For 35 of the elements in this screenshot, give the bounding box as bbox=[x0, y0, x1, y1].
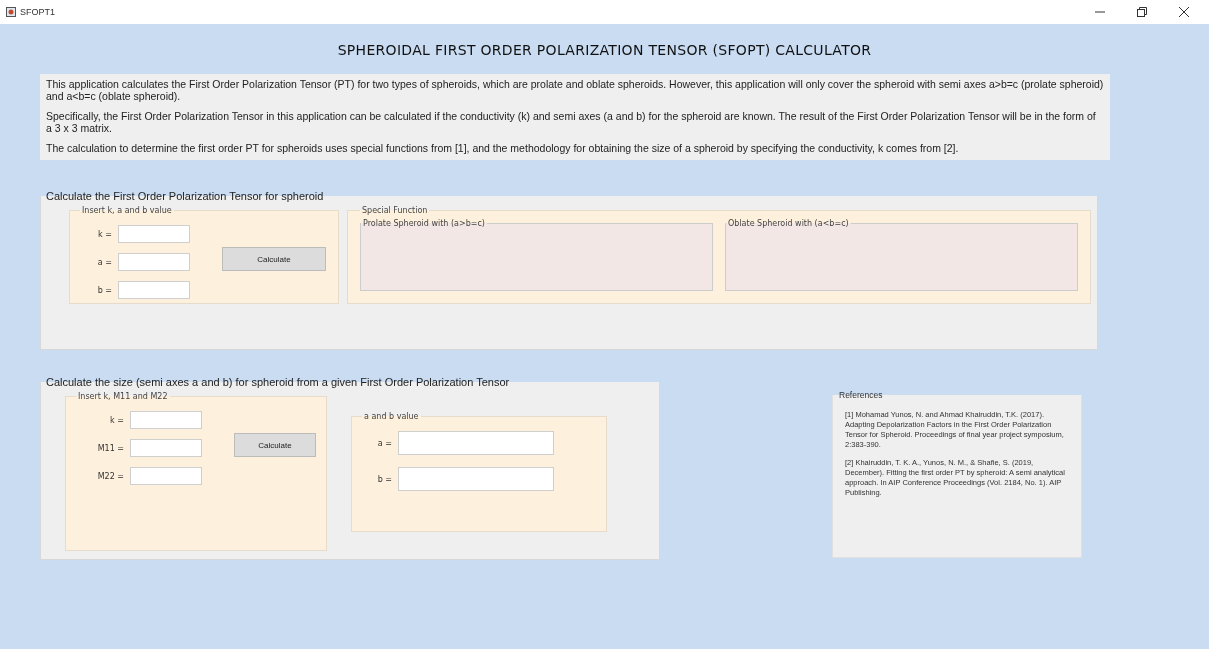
group-title: Insert k, M11 and M22 bbox=[77, 392, 169, 401]
group-title: a and b value bbox=[363, 412, 420, 421]
panel-title: References bbox=[838, 390, 884, 400]
field-label: a = bbox=[96, 257, 112, 267]
box-title: Oblate Spheroid with (a<b=c) bbox=[727, 219, 850, 228]
calculate-button[interactable]: Calculate bbox=[234, 433, 316, 457]
input-field[interactable] bbox=[118, 281, 190, 299]
input-field[interactable] bbox=[130, 467, 202, 485]
window-title: SFOPT1 bbox=[20, 7, 55, 17]
field-label: b = bbox=[96, 285, 112, 295]
field-label: b = bbox=[376, 474, 392, 484]
close-icon[interactable] bbox=[1179, 7, 1189, 17]
input-field[interactable] bbox=[130, 411, 202, 429]
panel-title: Calculate the First Order Polarization Tensor for spheroid bbox=[45, 190, 325, 202]
panel-title: Calculate the size (semi axes a and b) for spheroid from a given First Order Polarization Tensor bbox=[45, 376, 511, 388]
intro-paragraph: Specifically, the First Order Polarization Tensor in this application can be calculated if the conductivity (k) and semi axes (a and b) for the spheroid are known. The result of the First Order Polarization Tensor will be in the form of a 3 x 3 matrix. bbox=[46, 110, 1097, 134]
field-label: k = bbox=[97, 229, 112, 239]
intro-paragraph: The calculation to determine the first order PT for spheroids uses special functions from [1], and the methodology for obtaining the size of a spheroid by specifying the conductivity, k comes from [2]. bbox=[46, 142, 960, 154]
app-icon bbox=[6, 7, 16, 17]
input-field[interactable] bbox=[118, 225, 190, 243]
group-title: Insert k, a and b value bbox=[81, 206, 173, 215]
box-title: Prolate Spheroid with (a>b=c) bbox=[362, 219, 486, 228]
field-label: k = bbox=[109, 415, 124, 425]
field-label: M11 = bbox=[96, 443, 124, 453]
output-field[interactable] bbox=[398, 431, 554, 455]
input-field[interactable] bbox=[130, 439, 202, 457]
field-label: M22 = bbox=[96, 471, 124, 481]
app-heading: SPHEROIDAL FIRST ORDER POLARIZATION TENSOR (SFOPT) CALCULATOR bbox=[336, 42, 873, 58]
output-field[interactable] bbox=[398, 467, 554, 491]
group-title: Special Function bbox=[361, 206, 429, 215]
field-label: a = bbox=[376, 438, 392, 448]
restore-icon[interactable] bbox=[1137, 7, 1147, 17]
intro-paragraph: This application calculates the First Order Polarization Tensor (PT) for two types of spheroids, which are prolate and oblate spheroids. However, this application will only cover the spheroid with semi axes a>b=c (prolate spheroid) and a<b=c (oblate spheroid). bbox=[46, 78, 1104, 102]
input-field[interactable] bbox=[118, 253, 190, 271]
calculate-button[interactable]: Calculate bbox=[222, 247, 326, 271]
